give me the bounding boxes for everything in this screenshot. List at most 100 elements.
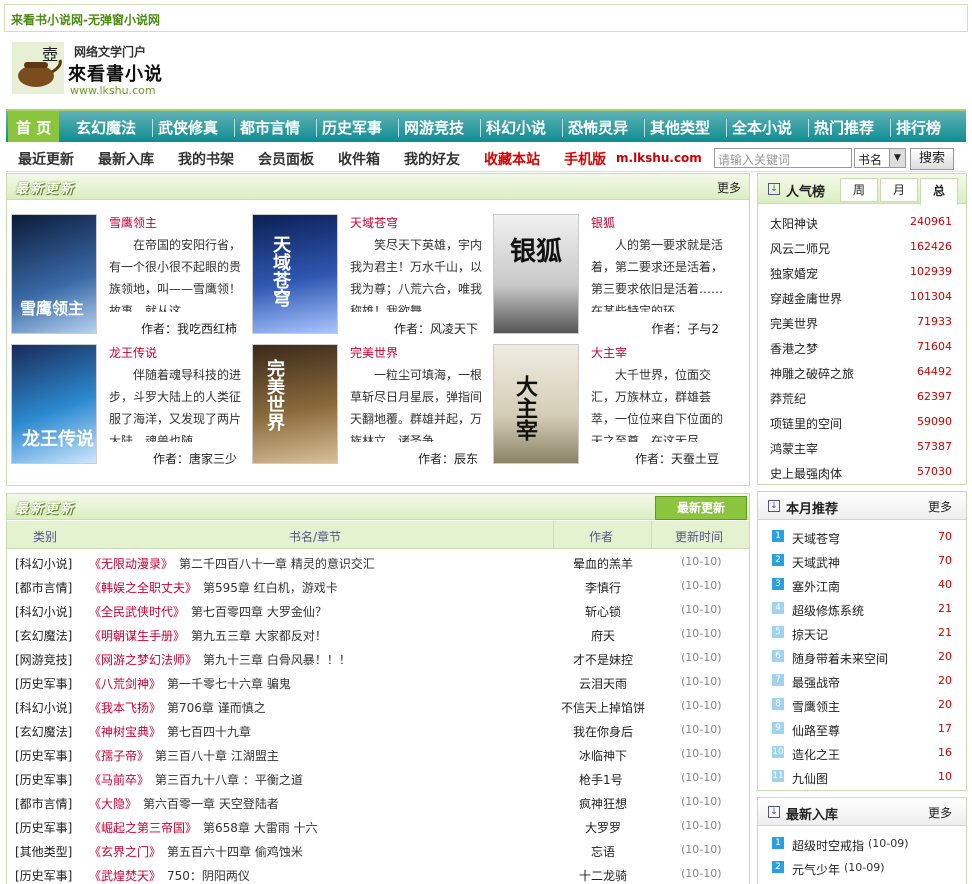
row-chapter[interactable]: 第九十三章 白骨风暴！！！ [203, 651, 351, 668]
newest-title[interactable]: 超级时空戒指 [792, 837, 864, 854]
rank-title[interactable]: 史上最强肉体 [770, 465, 842, 482]
subnav-friends[interactable]: 我的好友 [404, 149, 460, 169]
search-input[interactable]: 请输入关键词 [714, 148, 852, 168]
row-chapter[interactable]: 第706章 谨而慎之 [167, 699, 266, 716]
subnav-bookshelf[interactable]: 我的书架 [178, 149, 234, 169]
rank-title[interactable]: 完美世界 [770, 315, 818, 332]
rank-title[interactable]: 仙路至尊 [792, 722, 840, 739]
nav-fantasy[interactable]: 玄幻魔法 [76, 117, 136, 139]
subnav-mobile[interactable]: 手机版 [564, 149, 606, 169]
row-book-title[interactable]: 《网游之梦幻法师》 [89, 651, 197, 668]
nav-hot[interactable]: 热门推荐 [814, 117, 874, 139]
nav-horror[interactable]: 恐怖灵异 [568, 117, 628, 139]
nav-scifi[interactable]: 科幻小说 [486, 117, 546, 139]
row-author[interactable]: 李慎行 [585, 579, 621, 596]
newest-title[interactable]: 元气少年 [792, 861, 840, 878]
row-author[interactable]: 云泪天雨 [579, 675, 627, 692]
row-author[interactable]: 疯神狂想 [579, 795, 627, 812]
row-category[interactable]: [历史军事] [15, 771, 72, 788]
rank-title[interactable]: 最强战帝 [792, 674, 840, 691]
nav-ranking[interactable]: 排行榜 [896, 117, 941, 139]
row-category[interactable]: [玄幻魔法] [15, 723, 72, 740]
book-cover[interactable]: 银狐 [493, 214, 579, 334]
rank-title[interactable]: 天域武神 [792, 554, 840, 571]
row-book-title[interactable]: 《武煌焚天》 [89, 867, 161, 884]
row-category[interactable]: [玄幻魔法] [15, 627, 72, 644]
row-book-title[interactable]: 《明朝谋生手册》 [89, 627, 185, 644]
rank-title[interactable]: 雪鹰领主 [792, 698, 840, 715]
row-category[interactable]: [科幻小说] [15, 555, 72, 572]
rank-title[interactable]: 造化之王 [792, 746, 840, 763]
rank-title[interactable]: 塞外江南 [792, 578, 840, 595]
row-author[interactable]: 大罗罗 [585, 819, 621, 836]
book-cover[interactable]: 天域苍穹 [252, 214, 338, 334]
row-book-title[interactable]: 《孺子帝》 [89, 747, 149, 764]
row-author[interactable]: 忘语 [591, 843, 615, 860]
subnav-new[interactable]: 最新入库 [98, 149, 154, 169]
row-category[interactable]: [历史军事] [15, 675, 72, 692]
row-chapter[interactable]: 第六百零一章 天空登陆者 [143, 795, 279, 812]
book-cover[interactable]: 大主宰 [493, 344, 579, 464]
row-author[interactable]: 斩心锁 [585, 603, 621, 620]
row-author[interactable]: 我在你身后 [573, 723, 633, 740]
row-author[interactable]: 枪手1号 [579, 771, 623, 788]
row-chapter[interactable]: 第一千零七十六章 骗鬼 [167, 675, 291, 692]
row-category[interactable]: [网游竞技] [15, 651, 72, 668]
rank-title[interactable]: 莽荒纪 [770, 390, 806, 407]
rank-title[interactable]: 香港之梦 [770, 340, 818, 357]
book-title[interactable]: 天域苍穹 [350, 214, 398, 231]
search-button[interactable]: 搜索 [910, 148, 954, 170]
subnav-recent[interactable]: 最近更新 [18, 149, 74, 169]
row-author[interactable]: 十二龙骑 [579, 867, 627, 884]
mobile-domain[interactable]: m.lkshu.com [616, 151, 702, 165]
row-chapter[interactable]: 750：阴阳两仪 [167, 867, 250, 884]
tab-week[interactable]: 周 [840, 178, 878, 202]
rank-title[interactable]: 超级修炼系统 [792, 602, 864, 619]
row-category[interactable]: [其他类型] [15, 843, 72, 860]
row-author[interactable]: 晕血的羔羊 [573, 555, 633, 572]
book-title[interactable]: 雪鹰领主 [109, 214, 157, 231]
search-type-select[interactable]: 书名 ▼ [854, 148, 906, 168]
featured-more-link[interactable]: 更多 [717, 179, 741, 196]
row-book-title[interactable]: 《我本飞扬》 [89, 699, 161, 716]
rank-title[interactable]: 穿越金庸世界 [770, 290, 842, 307]
nav-home[interactable]: 首 页 [8, 111, 60, 142]
row-chapter[interactable]: 第595章 红白机，游戏卡 [203, 579, 338, 596]
site-title[interactable]: 来看书小说网-无弹窗小说网 [11, 11, 160, 28]
tab-month[interactable]: 月 [880, 178, 918, 202]
row-chapter[interactable]: 第二千四百八十一章 精灵的意识交汇 [179, 555, 375, 572]
monthly-more-link[interactable]: 更多 [928, 498, 952, 515]
rank-title[interactable]: 风云二师兄 [770, 240, 830, 257]
rank-title[interactable]: 掠天记 [792, 626, 828, 643]
book-title[interactable]: 完美世界 [350, 344, 398, 361]
updates-tab[interactable]: 最新更新 [655, 496, 747, 520]
rank-title[interactable]: 鸿蒙主宰 [770, 440, 818, 457]
row-chapter[interactable]: 第五百六十四章 偷鸡蚀米 [167, 843, 303, 860]
row-category[interactable]: [科幻小说] [15, 603, 72, 620]
rank-title[interactable]: 独家婚宠 [770, 265, 818, 282]
rank-title[interactable]: 随身带着未来空间 [792, 650, 888, 667]
row-chapter[interactable]: 第658章 大雷雨 十六 [203, 819, 318, 836]
row-chapter[interactable]: 第七百四十九章 [167, 723, 251, 740]
book-title[interactable]: 银狐 [591, 214, 615, 231]
row-author[interactable]: 不信天上掉馅饼 [561, 699, 645, 716]
row-book-title[interactable]: 《马前卒》 [89, 771, 149, 788]
nav-urban[interactable]: 都市言情 [240, 117, 300, 139]
book-title[interactable]: 大主宰 [591, 344, 627, 361]
row-chapter[interactable]: 第七百零四章 大罗金仙？ [191, 603, 327, 620]
row-chapter[interactable]: 第三百九十八章 ：平衡之道 [155, 771, 303, 788]
row-category[interactable]: [都市言情] [15, 795, 72, 812]
newest-more-link[interactable]: 更多 [928, 804, 952, 821]
rank-title[interactable]: 神雕之破碎之旅 [770, 365, 854, 382]
row-chapter[interactable]: 第三百八十章 江湖盟主 [155, 747, 279, 764]
rank-title[interactable]: 太阳神诀 [770, 215, 818, 232]
rank-title[interactable]: 天域苍穹 [792, 530, 840, 547]
row-book-title[interactable]: 《全民武侠时代》 [89, 603, 185, 620]
row-category[interactable]: [历史军事] [15, 867, 72, 884]
subnav-member[interactable]: 会员面板 [258, 149, 314, 169]
row-book-title[interactable]: 《无限动漫录》 [89, 555, 173, 572]
subnav-inbox[interactable]: 收件箱 [338, 149, 380, 169]
nav-complete[interactable]: 全本小说 [732, 117, 792, 139]
book-cover[interactable]: 完美世界 [252, 344, 338, 464]
book-cover[interactable]: 雪鹰领主 [11, 214, 97, 334]
